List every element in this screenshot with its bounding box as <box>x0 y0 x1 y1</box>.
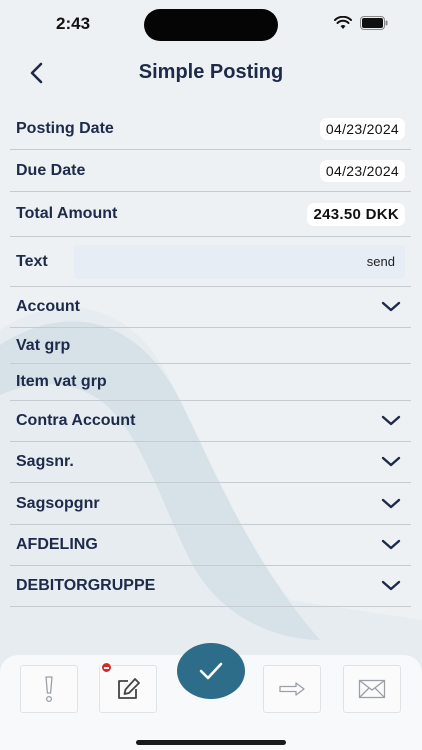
arrow-right-icon <box>279 682 305 696</box>
battery-icon <box>360 16 388 30</box>
status-time: 2:43 <box>56 14 91 33</box>
chevron-down-icon[interactable] <box>381 301 401 313</box>
mail-button[interactable] <box>343 665 401 713</box>
posting-date-row[interactable]: Posting Date 04/23/2024 <box>10 108 411 150</box>
posting-date-label: Posting Date <box>16 119 114 137</box>
chevron-down-icon[interactable] <box>381 498 401 510</box>
alert-button[interactable] <box>20 665 78 713</box>
dynamic-island <box>144 9 278 41</box>
text-input[interactable]: send <box>73 244 405 279</box>
wifi-icon <box>334 16 352 29</box>
page-title: Simple Posting <box>138 61 284 83</box>
send-button[interactable]: send <box>367 254 395 269</box>
sagsnr-label: Sagsnr. <box>16 453 74 470</box>
edit-button[interactable] <box>99 662 157 713</box>
text-row: Text send <box>10 237 411 287</box>
check-icon <box>199 662 223 680</box>
due-date-row[interactable]: Due Date 04/23/2024 <box>10 150 411 192</box>
afdeling-label: AFDELING <box>16 536 98 553</box>
chevron-down-icon[interactable] <box>381 580 401 592</box>
forward-button[interactable] <box>263 665 321 713</box>
edit-icon <box>118 678 140 699</box>
header: Simple Posting <box>0 52 422 94</box>
text-label: Text <box>16 252 48 270</box>
chevron-down-icon[interactable] <box>381 456 401 468</box>
notification-badge <box>101 662 112 673</box>
chevron-down-icon[interactable] <box>381 415 401 427</box>
posting-form: Posting Date 04/23/2024 Due Date 04/23/2… <box>10 108 411 607</box>
sagsopgnr-row[interactable]: Sagsopgnr <box>10 483 411 525</box>
sagsnr-row[interactable]: Sagsnr. <box>10 442 411 483</box>
posting-date-field[interactable]: 04/23/2024 <box>319 117 405 140</box>
sagsopgnr-label: Sagsopgnr <box>16 494 100 512</box>
contra-account-label: Contra Account <box>16 412 136 429</box>
home-indicator <box>136 740 286 745</box>
vat-grp-label: Vat grp <box>16 336 71 354</box>
due-date-field[interactable]: 04/23/2024 <box>319 159 405 182</box>
debitorgruppe-row[interactable]: DEBITORGRUPPE <box>10 566 411 607</box>
account-row[interactable]: Account <box>10 287 411 328</box>
total-amount-label: Total Amount <box>16 205 118 222</box>
contra-account-row[interactable]: Contra Account <box>10 401 411 442</box>
status-bar: 2:43 <box>0 0 422 50</box>
account-label: Account <box>16 298 80 315</box>
due-date-label: Due Date <box>16 161 86 179</box>
item-vat-grp-row: Item vat grp <box>10 364 411 401</box>
item-vat-grp-label: Item vat grp <box>16 373 107 390</box>
confirm-button[interactable] <box>177 643 245 699</box>
total-amount-field[interactable]: 243.50 DKK <box>307 202 405 226</box>
exclamation-icon <box>45 676 53 703</box>
debitorgruppe-label: DEBITORGRUPPE <box>16 577 156 594</box>
vat-grp-row: Vat grp <box>10 328 411 364</box>
chevron-down-icon[interactable] <box>381 539 401 551</box>
afdeling-row[interactable]: AFDELING <box>10 525 411 566</box>
envelope-icon <box>358 679 386 699</box>
bottom-toolbar <box>0 643 422 750</box>
total-amount-row[interactable]: Total Amount 243.50 DKK <box>10 192 411 237</box>
status-icons <box>334 16 388 30</box>
